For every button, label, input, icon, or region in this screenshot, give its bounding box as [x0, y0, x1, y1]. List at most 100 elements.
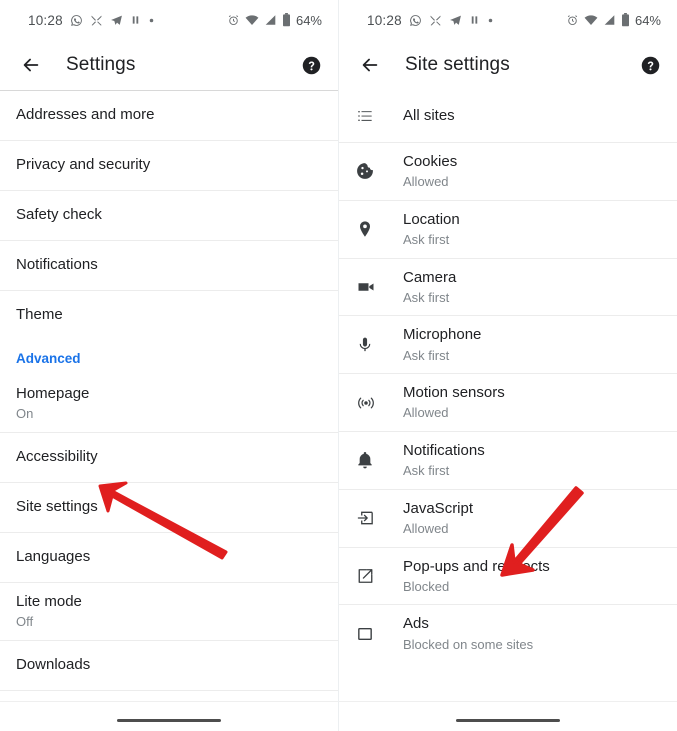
status-bar-left-group: 10:28 [28, 13, 155, 28]
site-settings-item-javascript[interactable]: JavaScript Allowed [339, 488, 677, 547]
app-bar-site-settings: Site settings [339, 40, 677, 90]
row-label: Site settings [16, 498, 98, 516]
row-label: Privacy and security [16, 156, 151, 174]
row-texts: Addresses and more [16, 105, 154, 125]
row-texts: Pop-ups and redirects Blocked [403, 557, 550, 596]
site-settings-item-popups-and-redirects[interactable]: Pop-ups and redirects Blocked [339, 546, 677, 605]
video-camera-icon [355, 277, 403, 297]
row-texts: Homepage On [16, 384, 89, 423]
site-settings-item-camera[interactable]: Camera Ask first [339, 257, 677, 316]
row-texts: Downloads [16, 655, 90, 675]
site-settings-item-motion-sensors[interactable]: Motion sensors Allowed [339, 373, 677, 431]
battery-icon [621, 13, 630, 27]
ads-icon [355, 624, 403, 644]
settings-item-site-settings[interactable]: Site settings [0, 481, 338, 532]
gesture-nav-bar-right [339, 701, 677, 731]
settings-item-languages[interactable]: Languages [0, 531, 338, 582]
settings-item-lite-mode[interactable]: Lite mode Off [0, 581, 338, 640]
bell-icon [355, 450, 403, 470]
row-sublabel: Allowed [403, 405, 449, 421]
settings-item-privacy-and-security[interactable]: Privacy and security [0, 140, 338, 190]
row-label: JavaScript [403, 499, 474, 517]
settings-list: Addresses and more Privacy and security … [0, 90, 338, 731]
status-bar-left-group: 10:28 [367, 13, 494, 28]
row-sublabel: Blocked on some sites [403, 636, 534, 652]
row-texts: Camera Ask first [403, 268, 456, 307]
telegram-icon [110, 14, 123, 27]
dot-icon [148, 17, 155, 24]
site-settings-item-microphone[interactable]: Microphone Ask first [339, 315, 677, 374]
pause-icon [130, 14, 141, 26]
row-label: Ads [403, 615, 429, 633]
alarm-icon [566, 14, 579, 27]
status-bar-right-group: 64% [566, 13, 661, 28]
row-label: Theme [16, 306, 63, 324]
cookie-icon [355, 161, 403, 181]
left-panel-settings: 10:28 64% Settings Addresses and more Pr… [0, 0, 338, 731]
row-sublabel: Allowed [403, 174, 449, 190]
row-sublabel: On [16, 406, 34, 422]
site-settings-item-ads[interactable]: Ads Blocked on some sites [339, 604, 677, 663]
popup-redirect-icon [355, 566, 403, 586]
alarm-icon [227, 14, 240, 27]
site-settings-item-all-sites[interactable]: All sites [339, 90, 677, 142]
settings-item-accessibility[interactable]: Accessibility [0, 431, 338, 482]
gesture-pill[interactable] [117, 718, 221, 723]
row-sublabel: Ask first [403, 232, 450, 248]
microphone-icon [355, 335, 403, 355]
row-texts: Safety check [16, 205, 102, 225]
help-icon[interactable] [637, 52, 663, 78]
row-texts: Ads Blocked on some sites [403, 614, 533, 653]
row-sublabel: Ask first [403, 289, 450, 305]
right-panel-site-settings: 10:28 64% Site settings All sites Cookie… [338, 0, 677, 731]
battery-percent-label: 64% [295, 12, 322, 28]
row-label: Motion sensors [403, 384, 505, 402]
row-label: Location [403, 210, 460, 228]
screenshot-root: 10:28 64% Settings Addresses and more Pr… [0, 0, 677, 731]
row-texts: Privacy and security [16, 155, 150, 175]
status-bar-clock: 10:28 [367, 12, 402, 28]
site-settings-item-cookies[interactable]: Cookies Allowed [339, 142, 677, 200]
back-arrow-icon[interactable] [14, 48, 48, 82]
status-bar-right-group: 64% [227, 13, 322, 28]
battery-percent-label: 64% [634, 12, 661, 28]
gesture-pill[interactable] [456, 718, 560, 723]
row-label: Languages [16, 548, 91, 566]
site-settings-item-notifications[interactable]: Notifications Ask first [339, 430, 677, 489]
dot-icon [487, 17, 494, 24]
gesture-nav-bar-left [0, 701, 338, 731]
row-label: Notifications [16, 256, 98, 274]
crossed-tools-icon [429, 14, 442, 27]
row-label: All sites [403, 106, 455, 124]
javascript-icon [355, 508, 403, 528]
help-icon[interactable] [298, 52, 324, 78]
whatsapp-icon [409, 14, 422, 27]
list-icon [355, 106, 403, 126]
row-label: Downloads [16, 655, 91, 673]
telegram-icon [449, 14, 462, 27]
row-texts: Microphone Ask first [403, 325, 481, 364]
status-bar-left: 10:28 64% [0, 0, 338, 40]
settings-item-notifications[interactable]: Notifications [0, 240, 338, 290]
settings-item-addresses-and-more[interactable]: Addresses and more [0, 90, 338, 140]
row-label: Camera [403, 268, 457, 286]
row-texts: Notifications [16, 255, 98, 275]
settings-item-downloads[interactable]: Downloads [0, 639, 338, 690]
signal-icon [603, 14, 616, 26]
wifi-icon [584, 14, 598, 26]
row-texts: All sites [403, 106, 455, 126]
settings-item-safety-check[interactable]: Safety check [0, 190, 338, 240]
site-settings-list: All sites Cookies Allowed Location Ask f… [339, 90, 677, 663]
settings-item-theme[interactable]: Theme [0, 290, 338, 340]
row-sublabel: Off [16, 614, 34, 630]
back-arrow-icon[interactable] [353, 48, 387, 82]
app-bar-settings: Settings [0, 40, 338, 90]
row-sublabel: Blocked [403, 578, 450, 594]
row-texts: Location Ask first [403, 210, 460, 249]
page-title: Settings [66, 54, 136, 75]
site-settings-item-location[interactable]: Location Ask first [339, 199, 677, 258]
row-label: Lite mode [16, 592, 82, 610]
settings-item-homepage[interactable]: Homepage On [0, 375, 338, 432]
row-texts: Theme [16, 305, 63, 325]
wifi-icon [245, 14, 259, 26]
